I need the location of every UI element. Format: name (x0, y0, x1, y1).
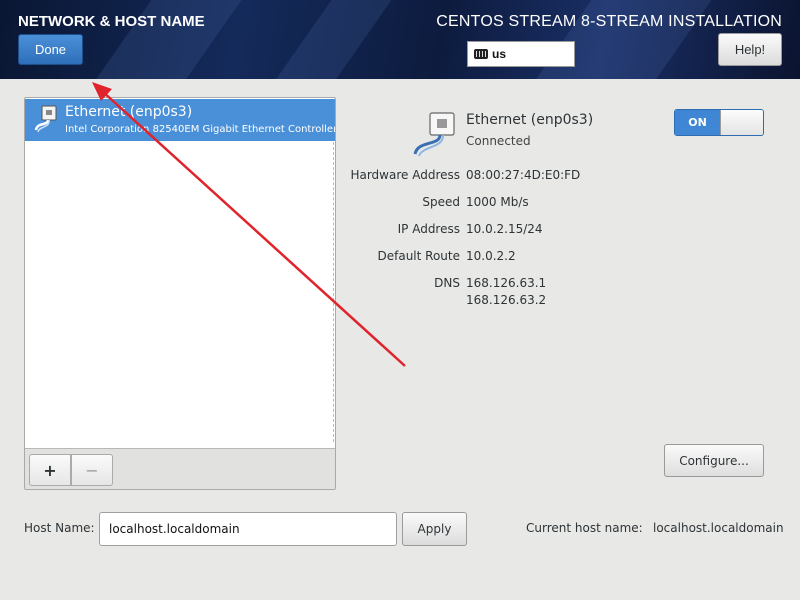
header-decoration (521, 0, 719, 79)
keyboard-layout-indicator[interactable]: us (467, 41, 575, 67)
device-power-toggle[interactable]: ON (674, 109, 764, 136)
default-route-value: 10.0.2.2 (466, 249, 516, 263)
add-device-button[interactable]: + (29, 454, 71, 486)
default-route-label: Default Route (377, 249, 461, 263)
device-description: Intel Corporation 82540EM Gigabit Ethern… (65, 124, 335, 135)
device-list-toolbar: + − (25, 448, 335, 489)
installation-title: CENTOS STREAM 8-STREAM INSTALLATION (436, 13, 782, 30)
device-item-enp0s3[interactable]: Ethernet (enp0s3) Intel Corporation 8254… (25, 99, 335, 141)
network-cable-icon (34, 105, 57, 133)
hardware-address-value: 08:00:27:4D:E0:FD (466, 168, 581, 182)
remove-device-button[interactable]: − (71, 454, 113, 486)
device-detail-name: Ethernet (enp0s3) (466, 112, 594, 128)
host-name-label: Host Name: (24, 521, 95, 535)
help-button[interactable]: Help! (718, 33, 782, 66)
toggle-on-label: ON (675, 110, 720, 135)
device-list-panel: Ethernet (enp0s3) Intel Corporation 8254… (24, 97, 336, 490)
hardware-address-label: Hardware Address (350, 168, 460, 182)
dns-label: DNS (434, 276, 460, 290)
header-bar: NETWORK & HOST NAME CENTOS STREAM 8-STRE… (0, 0, 800, 79)
page-title: NETWORK & HOST NAME (18, 13, 205, 30)
network-cable-icon (413, 112, 455, 157)
ip-address-label: IP Address (397, 222, 460, 236)
list-divider (333, 142, 334, 442)
dns-value-primary: 168.126.63.1 (466, 276, 547, 290)
host-name-input[interactable] (99, 512, 397, 546)
speed-label: Speed (422, 195, 460, 209)
ip-address-value: 10.0.2.15/24 (466, 222, 543, 236)
configure-button[interactable]: Configure... (664, 444, 764, 477)
current-host-name-label: Current host name: (526, 521, 643, 535)
keyboard-icon (474, 49, 488, 59)
speed-value: 1000 Mb/s (466, 195, 529, 209)
header-decoration (81, 0, 249, 79)
keyboard-layout-label: us (492, 47, 507, 61)
apply-button[interactable]: Apply (402, 512, 467, 546)
done-button[interactable]: Done (18, 34, 83, 65)
connection-status: Connected (466, 134, 531, 148)
toggle-knob[interactable] (720, 110, 763, 135)
header-decoration (261, 0, 399, 79)
device-name: Ethernet (enp0s3) (65, 104, 193, 120)
dns-value-secondary: 168.126.63.2 (466, 293, 547, 307)
current-host-name-value: localhost.localdomain (653, 521, 784, 535)
device-list: Ethernet (enp0s3) Intel Corporation 8254… (25, 98, 335, 448)
